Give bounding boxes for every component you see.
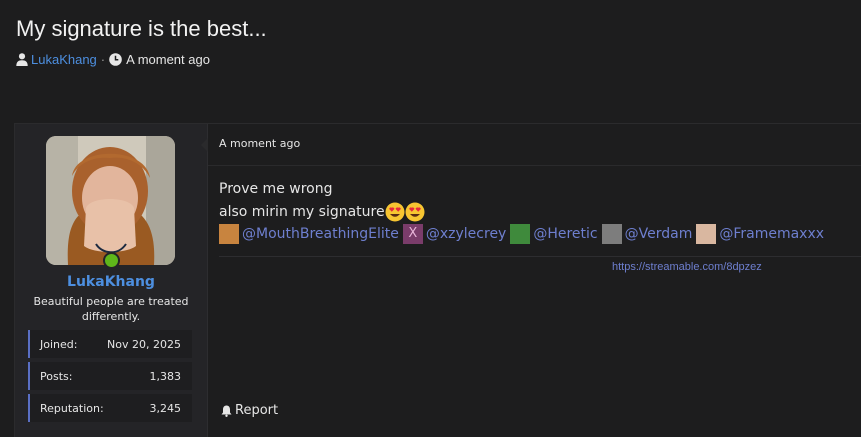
stat-label: Posts: [40,369,73,383]
mention-link[interactable]: @MouthBreathingElite [219,224,399,244]
post-header-divider [208,165,861,166]
post-content: A moment ago Prove me wrong also mirin m… [208,124,861,437]
online-status-indicator [103,252,120,269]
report-button[interactable]: Report [221,403,278,418]
post-body-text: also mirin my signature [219,204,385,220]
stat-reputation: Reputation: 3,245 [28,394,192,422]
mention-link[interactable]: @Framemaxxx [696,224,824,244]
stat-value: 3,245 [149,401,182,415]
sidebar-username[interactable]: LukaKhang [15,274,207,290]
stat-value: 1,383 [149,369,182,383]
mention-link[interactable]: @Verdam [601,224,693,244]
thread-author-link[interactable]: LukaKhang [31,52,97,67]
mention-link[interactable]: @Heretic [510,224,598,244]
mention-name: @Framemaxxx [719,226,825,242]
report-label: Report [235,403,279,418]
stat-joined: Joined: Nov 20, 2025 [28,330,192,358]
mention-name: @Verdam [624,226,693,242]
mention-link[interactable]: X @xzylecrey [402,224,507,244]
heart-eyes-emoji-icon [405,202,425,222]
user-title: Beautiful people are treated differently… [33,295,189,323]
stat-label: Joined: [40,337,78,351]
user-icon [16,52,28,66]
heart-eyes-emoji-icon [385,202,405,222]
post-body-line: Prove me wrong [219,181,333,197]
thread-title: My signature is the best... [16,16,267,41]
mention-avatar [510,224,531,244]
mention-avatar [219,224,239,244]
thread-time: A moment ago [126,51,210,67]
clock-icon [109,52,122,66]
post-body-line: also mirin my signature [219,202,425,222]
stat-label: Reputation: [40,401,104,415]
stat-value: Nov 20, 2025 [107,337,181,351]
mention-name: @MouthBreathingElite [242,226,399,242]
avatar-image [46,136,175,265]
post: LukaKhang Beautiful people are treated d… [14,123,861,437]
signature-divider [219,256,861,257]
mention-avatar [696,224,717,244]
post-time: A moment ago [219,137,301,150]
mention-avatar: X [402,224,423,244]
post-arrow [201,138,208,152]
stat-posts: Posts: 1,383 [28,362,192,390]
avatar[interactable] [46,136,175,265]
bell-icon [221,405,232,417]
thread-meta: LukaKhang · A moment ago [16,50,210,68]
mention-avatar [601,224,622,244]
user-sidebar: LukaKhang Beautiful people are treated d… [15,124,208,437]
mention-name: @xzylecrey [425,226,507,242]
mention-list: @MouthBreathingElite X @xzylecrey @Heret… [219,223,828,245]
signature-link[interactable]: https://streamable.com/8dpzez [612,261,762,273]
meta-separator: · [100,51,106,67]
mention-name: @Heretic [533,226,598,242]
